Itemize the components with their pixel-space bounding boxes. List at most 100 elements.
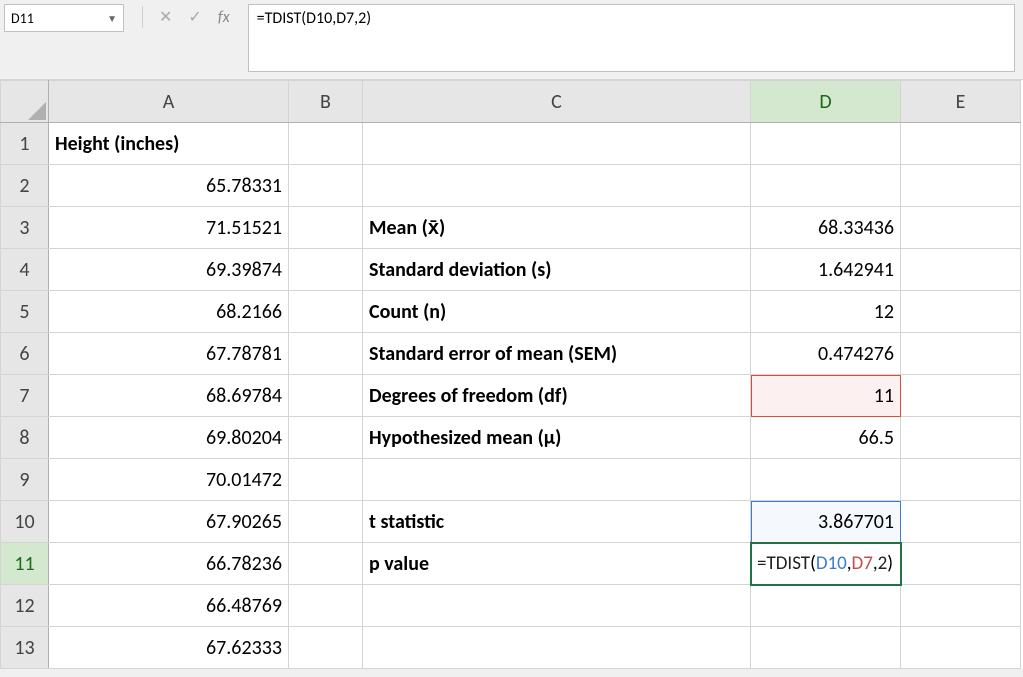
row-header-6[interactable]: 6 [1,333,49,375]
cell-E2[interactable] [901,165,1021,207]
cell-E3[interactable] [901,207,1021,249]
row-header-13[interactable]: 13 [1,627,49,669]
cell-A1[interactable]: Height (inches) [49,123,289,165]
spreadsheet-grid: A B C D E 1 Height (inches) 2 65.78331 3… [0,80,1023,669]
cell-B8[interactable] [289,417,363,459]
cell-E13[interactable] [901,627,1021,669]
row-header-9[interactable]: 9 [1,459,49,501]
cell-C7[interactable]: Degrees of freedom (df) [363,375,751,417]
corner-triangle-icon [28,102,46,120]
cell-B6[interactable] [289,333,363,375]
row-header-1[interactable]: 1 [1,123,49,165]
cell-D6[interactable]: 0.474276 [751,333,901,375]
cell-E8[interactable] [901,417,1021,459]
select-all-corner[interactable] [1,81,49,123]
name-box-value: D11 [11,10,107,27]
cell-B1[interactable] [289,123,363,165]
cell-E9[interactable] [901,459,1021,501]
cell-B12[interactable] [289,585,363,627]
cell-B5[interactable] [289,291,363,333]
cell-C4[interactable]: Standard deviation (s) [363,249,751,291]
col-header-E[interactable]: E [901,81,1021,123]
col-header-C[interactable]: C [363,81,751,123]
cell-B11[interactable] [289,543,363,585]
cell-A8[interactable]: 69.80204 [49,417,289,459]
cell-D5[interactable]: 12 [751,291,901,333]
cell-D12[interactable] [751,585,901,627]
cell-D10[interactable]: 3.867701 [751,501,901,543]
cell-C8[interactable]: Hypothesized mean (μ) [363,417,751,459]
cell-B4[interactable] [289,249,363,291]
fx-icon[interactable]: fx [218,8,230,27]
cell-C3[interactable]: Mean (x̄) [363,207,751,249]
row-header-8[interactable]: 8 [1,417,49,459]
cell-D8[interactable]: 66.5 [751,417,901,459]
cell-B7[interactable] [289,375,363,417]
row-header-2[interactable]: 2 [1,165,49,207]
cell-A13[interactable]: 67.62333 [49,627,289,669]
cell-E11[interactable] [901,543,1021,585]
cell-A4[interactable]: 69.39874 [49,249,289,291]
cell-C5[interactable]: Count (n) [363,291,751,333]
cell-E4[interactable] [901,249,1021,291]
cell-C1[interactable] [363,123,751,165]
cancel-icon[interactable]: ✕ [159,7,172,27]
formula-fn: TDIST [766,552,810,575]
row-header-5[interactable]: 5 [1,291,49,333]
cell-E12[interactable] [901,585,1021,627]
cell-C12[interactable] [363,585,751,627]
cell-A3[interactable]: 71.51521 [49,207,289,249]
cell-B2[interactable] [289,165,363,207]
cell-A6[interactable]: 67.78781 [49,333,289,375]
cell-C13[interactable] [363,627,751,669]
cell-E7[interactable] [901,375,1021,417]
cell-A11[interactable]: 66.78236 [49,543,289,585]
cell-E6[interactable] [901,333,1021,375]
cell-A10[interactable]: 67.90265 [49,501,289,543]
cell-D13[interactable] [751,627,901,669]
grid-table: A B C D E 1 Height (inches) 2 65.78331 3… [0,80,1021,669]
cell-D7[interactable]: 11 [751,375,901,417]
col-header-D[interactable]: D [751,81,901,123]
formula-ref1: D10 [816,552,847,575]
name-box[interactable]: D11 ▼ [4,4,124,32]
formula-input[interactable]: =TDIST(D10,D7,2) [248,4,1015,72]
cell-B9[interactable] [289,459,363,501]
cell-C10[interactable]: t statistic [363,501,751,543]
cell-C9[interactable] [363,459,751,501]
cell-A12[interactable]: 66.48769 [49,585,289,627]
row-header-4[interactable]: 4 [1,249,49,291]
cell-D1[interactable] [751,123,901,165]
cell-C6[interactable]: Standard error of mean (SEM) [363,333,751,375]
divider [142,6,143,28]
cell-A7[interactable]: 68.69784 [49,375,289,417]
cell-B3[interactable] [289,207,363,249]
row-header-3[interactable]: 3 [1,207,49,249]
formula-ref2: D7 [852,552,873,575]
enter-icon[interactable]: ✓ [188,7,201,27]
col-header-B[interactable]: B [289,81,363,123]
row-header-7[interactable]: 7 [1,375,49,417]
cell-A2[interactable]: 65.78331 [49,165,289,207]
cell-E10[interactable] [901,501,1021,543]
formula-num: 2 [878,552,888,575]
row-header-11[interactable]: 11 [1,543,49,585]
col-header-A[interactable]: A [49,81,289,123]
cell-E5[interactable] [901,291,1021,333]
row-header-12[interactable]: 12 [1,585,49,627]
cell-B13[interactable] [289,627,363,669]
cell-C2[interactable] [363,165,751,207]
cell-B10[interactable] [289,501,363,543]
cell-D3[interactable]: 68.33436 [751,207,901,249]
formula-controls: ✕ ✓ fx [124,0,248,34]
cell-D9[interactable] [751,459,901,501]
cell-C11[interactable]: p value [363,543,751,585]
cell-D11[interactable]: =TDIST(D10,D7,2) [751,543,901,585]
cell-A9[interactable]: 70.01472 [49,459,289,501]
row-header-10[interactable]: 10 [1,501,49,543]
cell-D2[interactable] [751,165,901,207]
cell-E1[interactable] [901,123,1021,165]
cell-D4[interactable]: 1.642941 [751,249,901,291]
dropdown-icon[interactable]: ▼ [107,12,117,25]
cell-A5[interactable]: 68.2166 [49,291,289,333]
